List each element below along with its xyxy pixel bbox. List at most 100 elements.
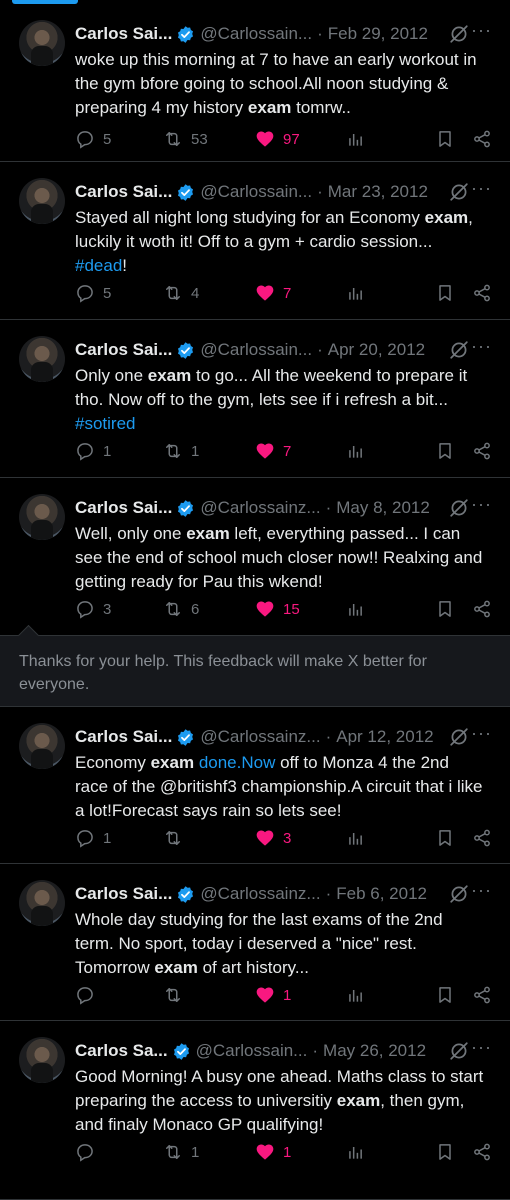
more-icon[interactable]: ···	[471, 1037, 492, 1058]
tweet-actions: 1	[75, 982, 492, 1008]
retweet-button[interactable]: 1	[163, 1139, 199, 1165]
author-name[interactable]: Carlos Sai...	[75, 884, 172, 904]
tweet-date[interactable]: Apr 12, 2012	[336, 727, 433, 747]
share-button[interactable]	[472, 825, 492, 851]
tweet[interactable]: Carlos Sa... @Carlossain... · May 26, 2012 ·…	[0, 1021, 510, 1200]
tweet-date[interactable]: May 26, 2012	[323, 1041, 426, 1061]
avatar[interactable]	[19, 1037, 65, 1083]
tweet-date[interactable]: Feb 29, 2012	[328, 24, 428, 44]
reply-button[interactable]: 1	[75, 438, 111, 464]
hashtag-link[interactable]: #sotired	[75, 414, 135, 433]
author-handle[interactable]: @Carlossain...	[196, 1041, 308, 1061]
avatar[interactable]	[19, 880, 65, 926]
grok-icon[interactable]	[448, 23, 470, 45]
author-handle[interactable]: @Carlossain...	[200, 24, 312, 44]
tweet[interactable]: Carlos Sai... @Carlossainz... · Feb 6, 2012…	[0, 864, 510, 1021]
author-name[interactable]: Carlos Sai...	[75, 340, 172, 360]
author-handle[interactable]: @Carlossainz...	[200, 727, 320, 747]
more-icon[interactable]: ···	[471, 178, 492, 199]
like-button[interactable]: 3	[255, 825, 291, 851]
author-name[interactable]: Carlos Sai...	[75, 498, 172, 518]
bookmark-button[interactable]	[435, 438, 455, 464]
bookmark-button[interactable]	[435, 982, 455, 1008]
tweet-date[interactable]: Apr 20, 2012	[328, 340, 425, 360]
tweet-actions: 5 4 7	[75, 280, 492, 306]
reply-icon	[75, 599, 95, 619]
reply-icon	[75, 1142, 95, 1162]
reply-button[interactable]	[75, 1139, 103, 1165]
grok-icon[interactable]	[448, 339, 470, 361]
hashtag-link[interactable]: done.Now	[199, 753, 276, 772]
views-button[interactable]	[345, 982, 365, 1008]
author-handle[interactable]: @Carlossainz...	[200, 884, 320, 904]
share-button[interactable]	[472, 1139, 492, 1165]
hashtag-link[interactable]: #dead	[75, 256, 122, 275]
more-icon[interactable]: ···	[471, 336, 492, 357]
retweet-button[interactable]	[163, 825, 191, 851]
more-icon[interactable]: ···	[471, 494, 492, 515]
avatar[interactable]	[19, 336, 65, 382]
retweet-button[interactable]: 53	[163, 126, 208, 152]
tweet-date[interactable]: Mar 23, 2012	[328, 182, 428, 202]
analytics-icon	[345, 283, 365, 303]
views-button[interactable]	[345, 126, 365, 152]
grok-icon[interactable]	[448, 883, 470, 905]
bookmark-button[interactable]	[435, 825, 455, 851]
bookmark-button[interactable]	[435, 1139, 455, 1165]
author-name[interactable]: Carlos Sai...	[75, 182, 172, 202]
author-name[interactable]: Carlos Sa...	[75, 1041, 168, 1061]
like-button[interactable]: 7	[255, 438, 291, 464]
bookmark-button[interactable]	[435, 126, 455, 152]
views-button[interactable]	[345, 280, 365, 306]
views-button[interactable]	[345, 825, 365, 851]
retweet-button[interactable]: 4	[163, 280, 199, 306]
retweet-button[interactable]: 1	[163, 438, 199, 464]
avatar[interactable]	[19, 494, 65, 540]
author-name[interactable]: Carlos Sai...	[75, 24, 172, 44]
verified-badge-icon	[172, 1042, 191, 1061]
tweet[interactable]: Carlos Sai... @Carlossainz... · May 8, 2012…	[0, 478, 510, 635]
reply-button[interactable]	[75, 982, 103, 1008]
reply-button[interactable]: 5	[75, 280, 111, 306]
views-button[interactable]	[345, 596, 365, 622]
reply-button[interactable]: 5	[75, 126, 111, 152]
bookmark-button[interactable]	[435, 596, 455, 622]
tweet[interactable]: Carlos Sai... @Carlossain... · Apr 20, 2012…	[0, 320, 510, 478]
more-icon[interactable]: ···	[471, 723, 492, 744]
views-button[interactable]	[345, 1139, 365, 1165]
like-button[interactable]: 7	[255, 280, 291, 306]
like-button[interactable]: 1	[255, 1139, 291, 1165]
author-handle[interactable]: @Carlossain...	[200, 182, 312, 202]
author-handle[interactable]: @Carlossain...	[200, 340, 312, 360]
like-button[interactable]: 1	[255, 982, 291, 1008]
author-handle[interactable]: @Carlossainz...	[200, 498, 320, 518]
tweet[interactable]: Carlos Sai... @Carlossain... · Mar 23, 2012…	[0, 162, 510, 320]
retweet-button[interactable]	[163, 982, 191, 1008]
like-button[interactable]: 97	[255, 126, 300, 152]
tweet-date[interactable]: May 8, 2012	[336, 498, 430, 518]
tweet-date[interactable]: Feb 6, 2012	[336, 884, 427, 904]
tweet[interactable]: Carlos Sai... @Carlossainz... · Apr 12, 201…	[0, 707, 510, 864]
grok-icon[interactable]	[448, 497, 470, 519]
like-button[interactable]: 15	[255, 596, 300, 622]
reply-button[interactable]: 1	[75, 825, 111, 851]
avatar[interactable]	[19, 178, 65, 224]
reply-button[interactable]: 3	[75, 596, 111, 622]
share-button[interactable]	[472, 438, 492, 464]
grok-icon[interactable]	[448, 1040, 470, 1062]
share-button[interactable]	[472, 126, 492, 152]
tweet[interactable]: Carlos Sai... @Carlossain... · Feb 29, 2012…	[0, 4, 510, 162]
author-name[interactable]: Carlos Sai...	[75, 727, 172, 747]
share-button[interactable]	[472, 596, 492, 622]
avatar[interactable]	[19, 20, 65, 66]
avatar[interactable]	[19, 723, 65, 769]
grok-icon[interactable]	[448, 726, 470, 748]
more-icon[interactable]: ···	[471, 880, 492, 901]
views-button[interactable]	[345, 438, 365, 464]
share-button[interactable]	[472, 280, 492, 306]
grok-icon[interactable]	[448, 181, 470, 203]
retweet-button[interactable]: 6	[163, 596, 199, 622]
more-icon[interactable]: ···	[471, 20, 492, 41]
bookmark-button[interactable]	[435, 280, 455, 306]
share-button[interactable]	[472, 982, 492, 1008]
